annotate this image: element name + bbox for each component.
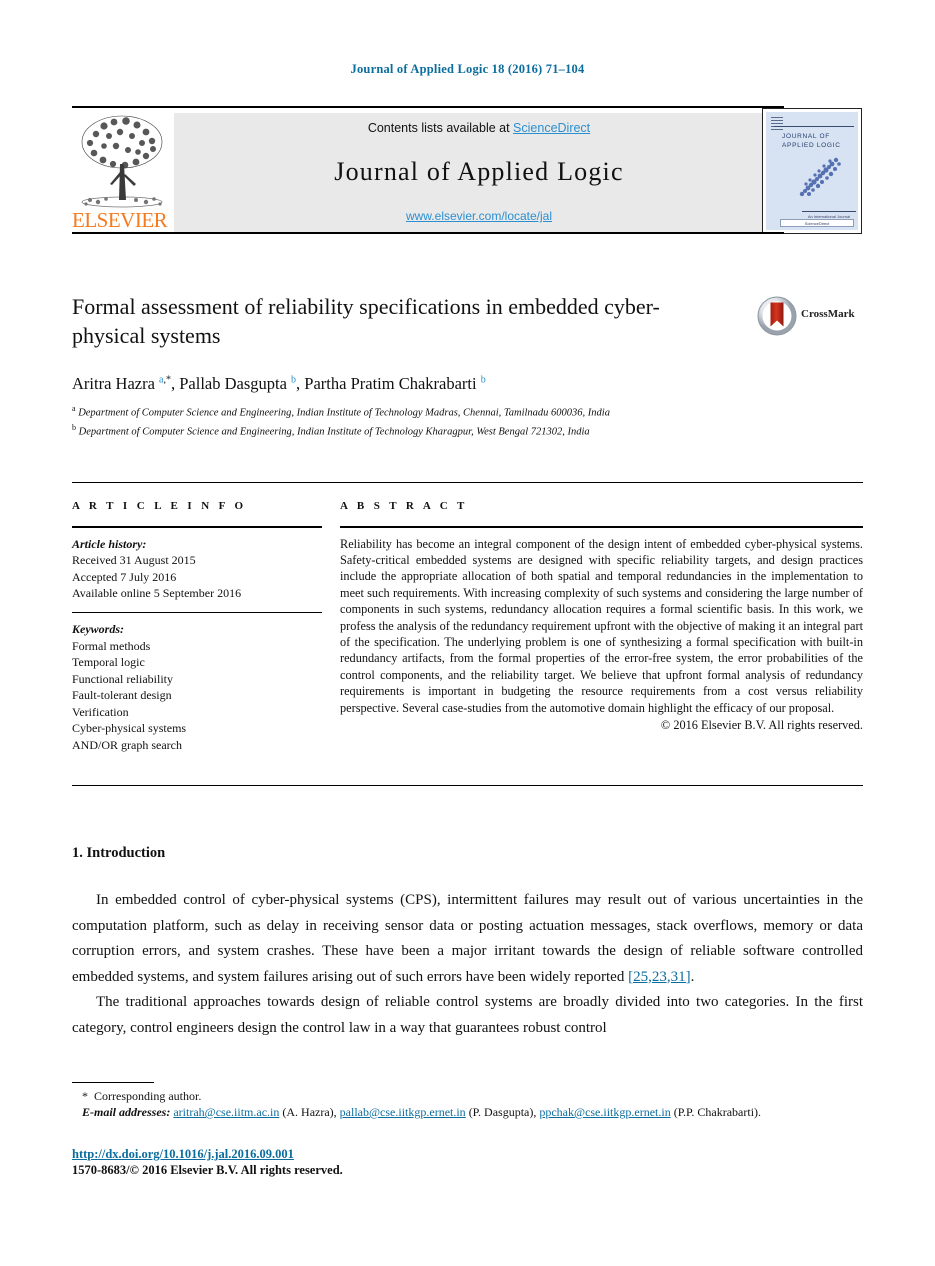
contents-available-line: Contents lists available at ScienceDirec… (174, 121, 784, 135)
abstract-copyright: © 2016 Elsevier B.V. All rights reserved… (660, 717, 863, 732)
corresponding-author-text: Corresponding author. (94, 1089, 202, 1103)
masthead-center-panel: Contents lists available at ScienceDirec… (174, 113, 784, 232)
paragraph-1-part-b: . (690, 968, 695, 985)
email-link-1[interactable]: aritrah@cse.iitm.ac.in (173, 1105, 279, 1119)
elsevier-logo: ELSEVIER (72, 112, 172, 232)
keyword-item: Verification (72, 704, 129, 719)
elsevier-wordmark: ELSEVIER (72, 208, 168, 232)
cover-footer-rule (802, 211, 856, 212)
article-info-heading: A R T I C L E I N F O (72, 500, 247, 512)
paragraph-2: The traditional approaches towards desig… (72, 994, 863, 1036)
email-sep-1: , (333, 1105, 337, 1119)
keyword-item: Cyber-physical systems (72, 721, 187, 735)
email-person-3: (P.P. Chakrabarti). (673, 1105, 762, 1119)
citation-link[interactable]: [25,23,31] (628, 969, 691, 985)
cover-title-line2: APPLIED LOGIC (782, 142, 841, 149)
crossmark-label: CrossMark (801, 308, 855, 320)
corresponding-author-note: * Corresponding author. (72, 1088, 863, 1104)
email-person-2: (P. Dasgupta) (468, 1105, 534, 1119)
paragraph-1: In embedded control of cyber-physical sy… (72, 888, 863, 990)
keyword-item: AND/OR graph search (72, 737, 182, 752)
email-person-1: (A. Hazra) (282, 1105, 334, 1119)
running-head: Journal of Applied Logic 18 (2016) 71–10… (350, 62, 585, 76)
email-link-3[interactable]: ppchak@cse.iitkgp.ernet.in (539, 1105, 670, 1119)
masthead-top-rule (72, 106, 784, 108)
cover-footer-box: ScienceDirect (780, 219, 854, 227)
author-list: Aritra Hazra a,*, Pallab Dasgupta b, Par… (72, 374, 486, 393)
email-addresses-note: E-mail addresses: aritrah@cse.iitm.ac.in… (72, 1104, 863, 1120)
section-heading-introduction: 1. Introduction (72, 845, 166, 861)
paragraph-1-part-a: In embedded control of cyber-physical sy… (72, 892, 863, 985)
cover-journal-title: JOURNAL OF APPLIED LOGIC (782, 132, 858, 150)
journal-masthead: ELSEVIER Contents lists available at Sci… (72, 106, 863, 234)
keywords-group: Keywords: Formal methods Temporal logic … (72, 621, 322, 753)
email-sep-2: , (533, 1105, 537, 1119)
abstract-rule (340, 526, 863, 528)
history-item: Accepted 7 July 2016 (72, 569, 177, 584)
affiliations: a Department of Computer Science and Eng… (72, 404, 610, 438)
page-title: Formal assessment of reliability specifi… (72, 294, 660, 348)
abstract-text: Reliability has become an integral compo… (340, 536, 863, 715)
journal-homepage-link[interactable]: www.elsevier.com/locate/jal (174, 209, 784, 223)
cover-elsevier-mark-icon (771, 117, 783, 131)
cover-inner: JOURNAL OF APPLIED LOGIC An Internationa… (766, 112, 858, 230)
crossmark-badge[interactable]: CrossMark (757, 296, 861, 336)
doi-link[interactable]: http://dx.doi.org/10.1016/j.jal.2016.09.… (72, 1147, 294, 1162)
cover-artwork-icon (799, 157, 841, 197)
history-item: Received 31 August 2015 (72, 553, 196, 567)
keyword-item: Temporal logic (72, 655, 145, 669)
keyword-item: Formal methods (72, 638, 151, 653)
article-history-group: Article history: Received 31 August 2015… (72, 536, 322, 602)
keywords-rule (72, 611, 322, 613)
article-info-column: A R T I C L E I N F O Article history: R… (72, 500, 322, 753)
email-link-2[interactable]: pallab@cse.iitkgp.ernet.in (340, 1105, 466, 1119)
info-top-rule (72, 482, 863, 483)
masthead-journal-title: Journal of Applied Logic (334, 157, 624, 186)
title-block: Formal assessment of reliability specifi… (72, 292, 732, 350)
asterisk-icon: * (82, 1089, 88, 1103)
article-history-label: Article history: (72, 536, 147, 551)
email-label: E-mail addresses: (82, 1105, 171, 1119)
paper-page: Journal of Applied Logic 18 (2016) 71–10… (0, 0, 935, 1266)
cover-title-line1: JOURNAL OF (782, 133, 830, 140)
contents-prefix-text: Contents lists available at (367, 121, 514, 135)
elsevier-tree-icon (81, 115, 163, 208)
keywords-label: Keywords: (72, 622, 124, 636)
body-text: In embedded control of cyber-physical sy… (72, 888, 863, 1041)
history-item: Available online 5 September 2016 (72, 586, 242, 600)
cover-rule (774, 126, 854, 127)
crossmark-icon (757, 296, 797, 336)
footnote-rule (72, 1082, 154, 1083)
footnote-block: * Corresponding author. E-mail addresses… (72, 1088, 863, 1120)
sciencedirect-link[interactable]: ScienceDirect (513, 121, 590, 135)
issn-copyright-line: 1570-8683/© 2016 Elsevier B.V. All right… (72, 1163, 343, 1177)
abstract-heading: A B S T R A C T (340, 500, 468, 512)
masthead-bottom-rule (72, 232, 784, 234)
keyword-item: Fault-tolerant design (72, 688, 172, 702)
abstract-column: A B S T R A C T Reliability has become a… (340, 500, 863, 733)
journal-cover-thumbnail[interactable]: JOURNAL OF APPLIED LOGIC An Internationa… (762, 108, 862, 234)
keyword-item: Functional reliability (72, 671, 173, 686)
info-bottom-rule (72, 785, 863, 786)
article-info-rule (72, 526, 322, 528)
